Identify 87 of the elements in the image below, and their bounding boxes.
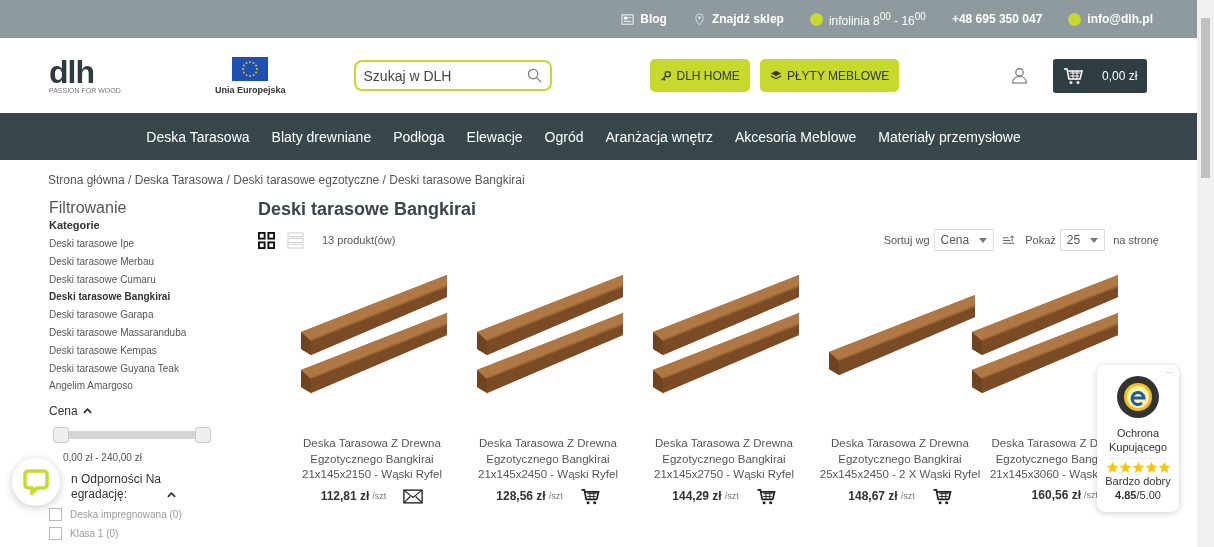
category-link[interactable]: Angelim Amargoso	[49, 377, 239, 396]
sort-dropdown[interactable]: Cena	[933, 229, 995, 251]
cart-icon[interactable]	[579, 487, 600, 505]
chevron-up-icon[interactable]	[82, 408, 92, 415]
product-price: 144,29 zł	[672, 489, 722, 504]
product-title[interactable]: Deska Tarasowa Z Drewna Egzotycznego Bangkirai 25x145x2450 - 2 X Wąski Ryfel	[819, 436, 981, 483]
scrollbar[interactable]	[1197, 0, 1214, 547]
sort-direction-icon[interactable]	[1002, 234, 1016, 246]
price-unit: /szt	[724, 491, 739, 502]
rating-score: 4.85/5.00	[1115, 489, 1161, 501]
dropdown-arrow-icon	[979, 237, 988, 243]
show-label: Pokaż	[1025, 234, 1056, 246]
star-icon	[1144, 461, 1158, 474]
chat-bubble-icon	[23, 469, 49, 495]
layers-icon	[769, 69, 782, 82]
category-link[interactable]: Deski tarasowe Guyana Teak	[49, 359, 239, 378]
seal-icon	[1116, 375, 1160, 419]
eu-flag-icon	[232, 56, 269, 81]
star-icon	[1118, 461, 1132, 474]
product-price: 148,67 zł	[848, 489, 898, 504]
category-link[interactable]: Deski tarasowe Kempas	[49, 341, 239, 360]
price-unit: /szt	[900, 491, 915, 502]
search-field[interactable]: Szukaj w DLH	[353, 60, 552, 91]
product-title[interactable]: Deska Tarasowa Z Drewna Egzotycznego Bangkirai 21x145x2150 - Wąski Ryfel	[302, 436, 442, 483]
cart-icon	[1063, 66, 1084, 85]
product-title[interactable]: Deska Tarasowa Z Drewna Egzotycznego Bangkirai 21x145x2750 - Wąski Ryfel	[654, 436, 794, 483]
star-icon	[1105, 461, 1119, 474]
header-button[interactable]: PŁYTY MEBLOWE	[759, 59, 900, 92]
filter-heading: egradację:	[71, 487, 129, 503]
checkbox-label: Klasa 1 (0)	[70, 528, 119, 540]
product-title[interactable]: Deska Tarasowa Z Drewna Egzotycznego Bangkirai 21x145x2450 - Wąski Ryfel	[478, 436, 618, 483]
rating-label: Bardzo dobry	[1105, 475, 1171, 487]
nav-link[interactable]: Akcesoria Meblowe	[734, 128, 857, 145]
trust-badge[interactable]: ... Ochrona Kupującego Bardzo dobry 4.85/5.00	[1097, 365, 1179, 512]
category-link[interactable]: Deski tarasowe Ipe	[49, 235, 239, 253]
breadcrumb: Strona główna / Deska Tarasowa / Deski tarasowe egzotyczne / Deski tarasowe Bangkirai	[47, 172, 526, 187]
price-heading: Cena	[49, 404, 78, 419]
category-link[interactable]: Deski tarasowe Massaranduba	[49, 324, 239, 342]
checkbox[interactable]	[49, 508, 62, 522]
user-icon[interactable]	[1011, 67, 1029, 84]
category-link[interactable]: Deski tarasowe Garapa	[49, 306, 239, 324]
star-icon	[1131, 461, 1145, 474]
slider-handle[interactable]	[195, 427, 211, 444]
price-unit: /szt	[372, 491, 387, 502]
category-link[interactable]: Deski tarasowe Merbau	[49, 252, 239, 271]
per-page-dropdown[interactable]: 25	[1059, 229, 1106, 251]
grid-view-icon[interactable]	[258, 231, 275, 249]
product-price: 160,56 zł	[1031, 487, 1081, 502]
category-heading: Kategorie	[49, 219, 101, 231]
sort-label: Sortuj wg	[883, 234, 930, 246]
badge-title: Ochrona Kupującego	[1108, 426, 1168, 459]
product-price: 128,56 zł	[496, 489, 546, 504]
chevron-up-icon[interactable]	[167, 492, 177, 499]
nav-link[interactable]: Elewacje	[466, 128, 523, 145]
nav-link[interactable]: Deska Tarasowa	[146, 128, 250, 145]
nav-link[interactable]: Podłoga	[393, 128, 445, 145]
star-icon	[1157, 461, 1171, 474]
category-link[interactable]: Deski tarasowe Bangkirai	[49, 288, 239, 307]
hotline-hours: infolinia 8$^{00}$ - 16$^{00}$	[828, 10, 926, 28]
cart-button[interactable]: 0,00 zł	[1053, 58, 1148, 93]
price-range: 0,00 zł - 240,00 zł	[63, 452, 143, 464]
cart-icon[interactable]	[931, 487, 952, 505]
slider-handle[interactable]	[53, 427, 69, 444]
nav-link[interactable]: Aranżacja wnętrz	[605, 128, 713, 145]
nav-link[interactable]: Ogród	[544, 128, 584, 145]
product-count: 13 produkt(ów)	[322, 234, 396, 246]
newspaper-icon	[621, 12, 635, 26]
price-unit: /szt	[548, 491, 563, 502]
checkbox[interactable]	[49, 527, 62, 541]
nav-link[interactable]: Blaty drewniane	[271, 128, 372, 145]
price-unit: /szt	[1084, 489, 1098, 500]
page-title: Deski tarasowe Bangkirai	[258, 199, 478, 220]
product-price: 112,81 zł	[320, 489, 370, 504]
filter-heading: n Odporności Na	[71, 472, 162, 488]
filter-title: Filtrowanie	[49, 199, 128, 217]
dropdown-arrow-icon	[1090, 237, 1099, 243]
search-icon[interactable]	[526, 68, 542, 83]
cart-icon[interactable]	[755, 487, 776, 505]
eu-label: Unia Europejska	[215, 84, 286, 95]
key-icon	[659, 69, 672, 82]
product-title[interactable]: Deska Tarasowa Z D Egzotycznego Bang 21x145x3060 - Wąsk	[989, 436, 1098, 483]
nav-link[interactable]: Materiały przemysłowe	[878, 128, 1021, 145]
per-page-label: na stronę	[1113, 234, 1159, 246]
checkbox-label: Deska impregnowana (0)	[70, 509, 182, 521]
location-pin-icon	[692, 12, 706, 26]
category-link[interactable]: Deski tarasowe Cumaru	[49, 270, 239, 289]
header-button[interactable]: DLH HOME	[649, 59, 750, 92]
